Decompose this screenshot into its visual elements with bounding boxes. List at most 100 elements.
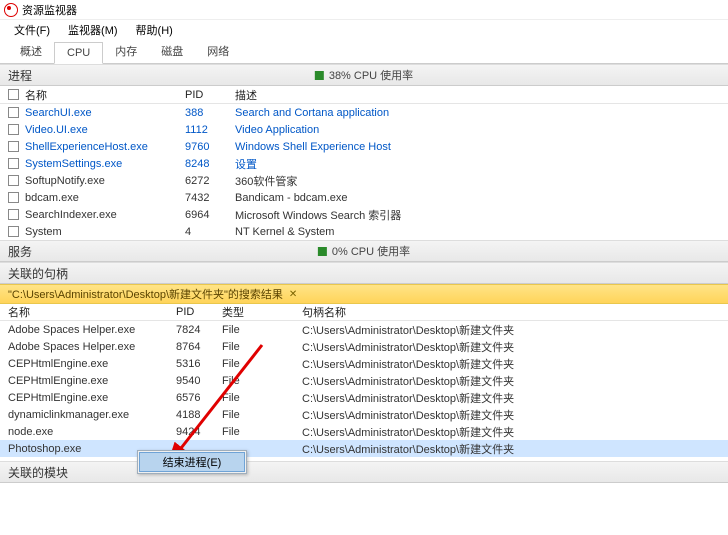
hcol-name[interactable]: 名称 xyxy=(8,304,176,320)
process-pid: 4 xyxy=(185,226,235,238)
process-pid: 6964 xyxy=(185,209,235,221)
menu-help[interactable]: 帮助(H) xyxy=(128,20,181,40)
process-desc: Video Application xyxy=(235,124,728,136)
status-square-icon xyxy=(315,71,324,80)
handle-name: Adobe Spaces Helper.exe xyxy=(8,324,176,336)
process-row[interactable]: SearchIndexer.exe6964Microsoft Windows S… xyxy=(0,206,728,223)
section-services-status: 0% CPU 使用率 xyxy=(318,243,410,259)
handle-hname: C:\Users\Administrator\Desktop\新建文件夹 xyxy=(302,373,728,389)
handle-type: File xyxy=(222,375,302,387)
process-row[interactable]: System4NT Kernel & System xyxy=(0,223,728,240)
tab-overview[interactable]: 概述 xyxy=(8,39,54,63)
tab-network[interactable]: 网络 xyxy=(195,39,241,63)
section-handles-title: 关联的句柄 xyxy=(8,265,68,282)
menu-file[interactable]: 文件(F) xyxy=(6,20,58,40)
handles-columns: 名称 PID 类型 句柄名称 xyxy=(0,304,728,321)
handle-row[interactable]: Adobe Spaces Helper.exe7824FileC:\Users\… xyxy=(0,321,728,338)
status-square-icon xyxy=(318,247,327,256)
app-icon xyxy=(4,3,18,17)
process-desc: 设置 xyxy=(235,156,728,172)
handle-type: File xyxy=(222,409,302,421)
handle-type: File xyxy=(222,341,302,353)
process-name: ShellExperienceHost.exe xyxy=(25,141,185,153)
process-pid: 388 xyxy=(185,107,235,119)
checkbox[interactable] xyxy=(8,175,19,186)
tabs: 概述 CPU 内存 磁盘 网络 xyxy=(0,40,728,64)
handle-name: Adobe Spaces Helper.exe xyxy=(8,341,176,353)
checkbox[interactable] xyxy=(8,226,19,237)
process-name: SearchIndexer.exe xyxy=(25,209,185,221)
handle-name: CEPHtmlEngine.exe xyxy=(8,375,176,387)
handle-name: node.exe xyxy=(8,426,176,438)
section-services-title: 服务 xyxy=(8,243,32,260)
process-row[interactable]: SearchUI.exe388Search and Cortana applic… xyxy=(0,104,728,121)
handle-hname: C:\Users\Administrator\Desktop\新建文件夹 xyxy=(302,407,728,423)
handle-hname: C:\Users\Administrator\Desktop\新建文件夹 xyxy=(302,322,728,338)
menu-end-process[interactable]: 结束进程(E) xyxy=(139,452,245,472)
handle-hname: C:\Users\Administrator\Desktop\新建文件夹 xyxy=(302,339,728,355)
handle-hname: C:\Users\Administrator\Desktop\新建文件夹 xyxy=(302,390,728,406)
tab-disk[interactable]: 磁盘 xyxy=(149,39,195,63)
handle-row[interactable]: CEPHtmlEngine.exe5316FileC:\Users\Admini… xyxy=(0,355,728,372)
search-result-text: "C:\Users\Administrator\Desktop\新建文件夹"的搜… xyxy=(8,286,283,302)
section-handles-header[interactable]: 关联的句柄 xyxy=(0,262,728,284)
checkbox[interactable] xyxy=(8,141,19,152)
close-icon[interactable]: ✕ xyxy=(289,289,297,300)
handle-row[interactable]: CEPHtmlEngine.exe6576FileC:\Users\Admini… xyxy=(0,389,728,406)
hcol-type[interactable]: 类型 xyxy=(222,304,302,320)
process-name: SearchUI.exe xyxy=(25,107,185,119)
checkbox[interactable] xyxy=(8,107,19,118)
section-processes-header[interactable]: 进程 38% CPU 使用率 xyxy=(0,64,728,86)
handle-row[interactable]: dynamiclinkmanager.exe4188FileC:\Users\A… xyxy=(0,406,728,423)
handle-row[interactable]: node.exe9424FileC:\Users\Administrator\D… xyxy=(0,423,728,440)
handle-row[interactable]: CEPHtmlEngine.exe9540FileC:\Users\Admini… xyxy=(0,372,728,389)
checkbox[interactable] xyxy=(8,158,19,169)
process-name: Video.UI.exe xyxy=(25,124,185,136)
process-row[interactable]: SystemSettings.exe8248设置 xyxy=(0,155,728,172)
process-pid: 7432 xyxy=(185,192,235,204)
processes-status-text: 38% CPU 使用率 xyxy=(329,67,413,83)
handle-name: CEPHtmlEngine.exe xyxy=(8,358,176,370)
handle-type: File xyxy=(222,392,302,404)
handle-pid: 7824 xyxy=(176,324,222,336)
tab-cpu[interactable]: CPU xyxy=(54,42,103,64)
window-title: 资源监视器 xyxy=(22,2,77,18)
handle-hname: C:\Users\Administrator\Desktop\新建文件夹 xyxy=(302,441,728,457)
tab-memory[interactable]: 内存 xyxy=(103,39,149,63)
handle-pid: 8764 xyxy=(176,341,222,353)
handle-row[interactable]: Adobe Spaces Helper.exe8764FileC:\Users\… xyxy=(0,338,728,355)
process-desc: Bandicam - bdcam.exe xyxy=(235,192,728,204)
handle-pid: 6576 xyxy=(176,392,222,404)
process-row[interactable]: bdcam.exe7432Bandicam - bdcam.exe xyxy=(0,189,728,206)
handle-pid: 9540 xyxy=(176,375,222,387)
process-row[interactable]: Video.UI.exe1112Video Application xyxy=(0,121,728,138)
process-row[interactable]: ShellExperienceHost.exe9760Windows Shell… xyxy=(0,138,728,155)
section-modules-header[interactable]: 关联的模块 xyxy=(0,461,728,483)
col-name[interactable]: 名称 xyxy=(25,87,185,103)
checkbox[interactable] xyxy=(8,209,19,220)
col-pid[interactable]: PID xyxy=(185,89,235,101)
process-desc: Search and Cortana application xyxy=(235,107,728,119)
checkbox-all[interactable] xyxy=(8,89,19,100)
handle-row[interactable]: Photoshop.exeC:\Users\Administrator\Desk… xyxy=(0,440,728,457)
process-name: bdcam.exe xyxy=(25,192,185,204)
checkbox[interactable] xyxy=(8,124,19,135)
handle-name: CEPHtmlEngine.exe xyxy=(8,392,176,404)
menu-monitor[interactable]: 监视器(M) xyxy=(60,20,126,40)
titlebar: 资源监视器 xyxy=(0,0,728,20)
section-services-header[interactable]: 服务 0% CPU 使用率 xyxy=(0,240,728,262)
search-result-bar: "C:\Users\Administrator\Desktop\新建文件夹"的搜… xyxy=(0,284,728,304)
services-status-text: 0% CPU 使用率 xyxy=(332,243,410,259)
process-row[interactable]: SoftupNotify.exe6272360软件管家 xyxy=(0,172,728,189)
checkbox[interactable] xyxy=(8,192,19,203)
handle-pid: 4188 xyxy=(176,409,222,421)
hcol-hname[interactable]: 句柄名称 xyxy=(302,304,728,320)
section-modules-title: 关联的模块 xyxy=(8,464,68,481)
hcol-pid[interactable]: PID xyxy=(176,306,222,318)
process-name: SystemSettings.exe xyxy=(25,158,185,170)
menubar: 文件(F) 监视器(M) 帮助(H) xyxy=(0,20,728,40)
section-processes-title: 进程 xyxy=(8,67,32,84)
handle-pid: 5316 xyxy=(176,358,222,370)
handle-pid: 9424 xyxy=(176,426,222,438)
col-desc[interactable]: 描述 xyxy=(235,87,728,103)
